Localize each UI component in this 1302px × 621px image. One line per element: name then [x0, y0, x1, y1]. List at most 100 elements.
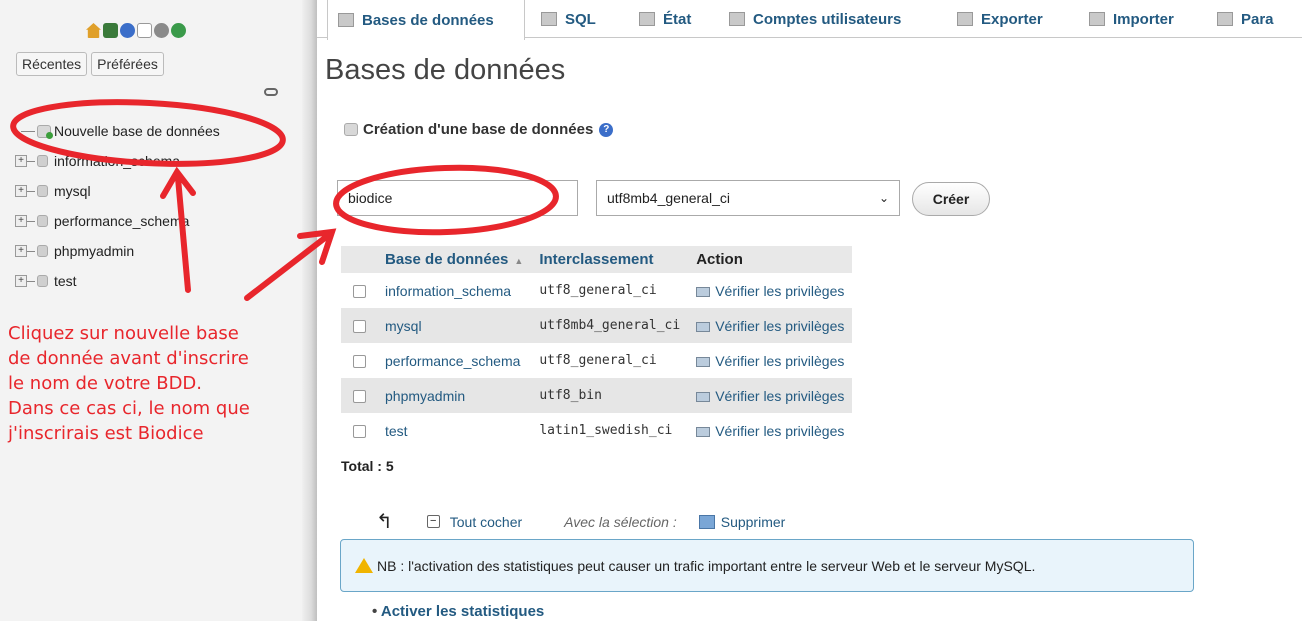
- expand-icon[interactable]: +: [15, 155, 27, 167]
- export-icon: [957, 12, 973, 26]
- databases-table: Base de données ▲ Interclassement Action …: [341, 246, 853, 448]
- bulk-actions: ↰ − Tout cocher Avec la sélection : Supp…: [376, 509, 785, 534]
- database-icon: [37, 245, 48, 257]
- tab-settings[interactable]: Para: [1207, 0, 1274, 38]
- database-link[interactable]: phpmyadmin: [377, 378, 532, 413]
- tree-item-label: phpmyadmin: [54, 243, 135, 259]
- check-privileges-link[interactable]: Vérifier les privilèges: [688, 308, 853, 343]
- reload-icon[interactable]: [171, 23, 186, 38]
- database-tree: Nouvelle base de données + information_s…: [13, 116, 220, 296]
- database-link[interactable]: test: [377, 413, 531, 448]
- expand-icon[interactable]: +: [15, 245, 27, 257]
- delete-button[interactable]: Supprimer: [721, 514, 786, 530]
- expand-icon[interactable]: +: [15, 275, 27, 287]
- docs-icon[interactable]: [137, 23, 152, 38]
- link-icon[interactable]: [264, 88, 278, 96]
- favorites-button[interactable]: Préférées: [91, 52, 164, 76]
- new-database-icon: [37, 124, 53, 139]
- privileges-icon: [696, 286, 711, 297]
- statistics-notice: NB : l'activation des statistiques peut …: [340, 539, 1194, 592]
- row-checkbox[interactable]: [352, 425, 366, 439]
- row-checkbox[interactable]: [352, 390, 366, 404]
- note-line: Dans ce cas ci, le nom que: [8, 398, 250, 419]
- column-header-database[interactable]: Base de données ▲: [377, 246, 532, 273]
- check-privileges-link[interactable]: Vérifier les privilèges: [688, 378, 853, 413]
- tree-item-label: Nouvelle base de données: [54, 123, 220, 139]
- collation-select[interactable]: utf8mb4_general_ci ⌄: [596, 180, 900, 216]
- help-icon[interactable]: ?: [599, 122, 614, 137]
- privileges-icon: [696, 391, 711, 402]
- warning-icon: [355, 558, 373, 573]
- settings-icon: [1217, 12, 1233, 26]
- privileges-icon: [696, 426, 711, 437]
- tree-item-label: mysql: [54, 183, 91, 199]
- column-header-action: Action: [688, 246, 853, 273]
- panel-resizer[interactable]: [302, 0, 317, 621]
- check-all-link[interactable]: Tout cocher: [450, 514, 522, 530]
- status-icon: [639, 12, 655, 26]
- check-privileges-link[interactable]: Vérifier les privilèges: [688, 273, 852, 308]
- home-icon[interactable]: [86, 23, 101, 38]
- column-header-collation[interactable]: Interclassement: [531, 246, 689, 273]
- collation-cell: utf8mb4_general_ci: [531, 308, 689, 343]
- tree-item-information-schema[interactable]: + information_schema: [13, 146, 220, 176]
- database-icon: [37, 155, 48, 167]
- tab-import[interactable]: Importer: [1079, 0, 1174, 38]
- new-database-icon: [344, 123, 358, 136]
- import-icon: [1089, 12, 1105, 26]
- tab-sql[interactable]: SQL: [531, 0, 596, 38]
- tree-item-label: performance_schema: [54, 213, 190, 229]
- users-icon: [729, 12, 745, 26]
- enable-statistics-link[interactable]: Activer les statistiques: [372, 603, 544, 620]
- check-privileges-link[interactable]: Vérifier les privilèges: [688, 343, 852, 378]
- tree-item-label: test: [54, 273, 77, 289]
- top-menu: Bases de données SQL État Comptes utilis…: [317, 0, 1302, 40]
- check-all-icon[interactable]: −: [426, 515, 440, 528]
- database-icon: [37, 215, 48, 227]
- chevron-down-icon: ⌄: [878, 191, 889, 205]
- delete-icon[interactable]: [698, 514, 715, 529]
- settings-icon[interactable]: [154, 23, 169, 38]
- create-button[interactable]: Créer: [912, 182, 990, 216]
- tree-item-test[interactable]: + test: [13, 266, 220, 296]
- total-count: Total : 5: [341, 458, 394, 474]
- tab-export[interactable]: Exporter: [947, 0, 1043, 38]
- sort-icon: ▲: [514, 256, 524, 266]
- check-privileges-link[interactable]: Vérifier les privilèges: [688, 413, 852, 448]
- tree-item-mysql[interactable]: + mysql: [13, 176, 220, 206]
- row-checkbox[interactable]: [352, 355, 366, 369]
- page-title: Bases de données: [325, 54, 566, 86]
- table-header-row: Base de données ▲ Interclassement Action: [341, 246, 853, 273]
- table-row: test latin1_swedish_ci Vérifier les priv…: [341, 413, 852, 448]
- tree-item-label: information_schema: [54, 153, 181, 169]
- database-link[interactable]: information_schema: [377, 273, 531, 308]
- table-row: performance_schema utf8_general_ci Vérif…: [341, 343, 852, 378]
- row-checkbox[interactable]: [352, 320, 366, 334]
- tab-user-accounts[interactable]: Comptes utilisateurs: [719, 0, 901, 38]
- note-line: j'inscrirais est Biodice: [8, 423, 204, 444]
- table-row: phpmyadmin utf8_bin Vérifier les privilè…: [341, 378, 853, 413]
- row-checkbox[interactable]: [352, 285, 366, 299]
- recent-button[interactable]: Récentes: [16, 52, 88, 76]
- tab-databases[interactable]: Bases de données: [327, 0, 525, 40]
- tree-item-phpmyadmin[interactable]: + phpmyadmin: [13, 236, 220, 266]
- tree-item-performance-schema[interactable]: + performance_schema: [13, 206, 220, 236]
- note-line: le nom de votre BDD.: [8, 373, 203, 394]
- database-link[interactable]: performance_schema: [377, 343, 531, 378]
- logout-icon[interactable]: [103, 23, 118, 38]
- database-link[interactable]: mysql: [377, 308, 532, 343]
- database-name-input[interactable]: [337, 180, 578, 216]
- create-db-section-title: Création d'une base de données ?: [344, 121, 614, 138]
- navigation-panel: Récentes Préférées Nouvelle base de donn…: [0, 0, 302, 621]
- help-icon[interactable]: [120, 23, 135, 38]
- privileges-icon: [696, 356, 711, 367]
- tab-status[interactable]: État: [629, 0, 691, 38]
- annotation-note: Cliquez sur nouvelle base de donnée avan…: [8, 321, 298, 446]
- tree-item-new-database[interactable]: Nouvelle base de données: [13, 116, 220, 146]
- expand-icon[interactable]: +: [15, 185, 27, 197]
- privileges-icon: [696, 321, 711, 332]
- expand-icon[interactable]: +: [15, 215, 27, 227]
- collation-cell: latin1_swedish_ci: [539, 423, 673, 438]
- table-row: mysql utf8mb4_general_ci Vérifier les pr…: [341, 308, 853, 343]
- database-icon: [37, 185, 48, 197]
